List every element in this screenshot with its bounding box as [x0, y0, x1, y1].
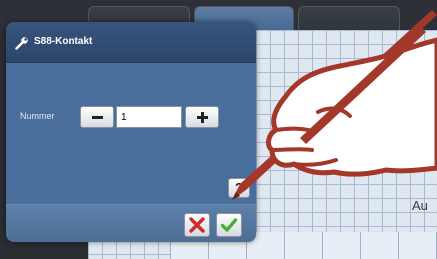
help-button[interactable]: ?	[228, 178, 250, 198]
close-icon	[189, 217, 205, 233]
decrement-button[interactable]	[80, 106, 114, 128]
dialog-title: S88-Kontakt	[34, 36, 93, 47]
cancel-button[interactable]	[184, 213, 210, 237]
tab-3[interactable]	[298, 6, 400, 33]
nummer-input[interactable]	[116, 106, 182, 128]
ok-button[interactable]	[216, 213, 242, 237]
nummer-label: Nummer	[20, 111, 55, 121]
s88-contact-dialog: S88-Kontakt Nummer ?	[6, 22, 256, 242]
increment-button[interactable]	[185, 106, 219, 128]
dialog-footer	[6, 204, 256, 242]
background-text: Au	[412, 198, 428, 213]
dialog-header: S88-Kontakt	[6, 22, 256, 63]
wrench-icon	[15, 37, 28, 50]
check-icon	[220, 218, 238, 232]
